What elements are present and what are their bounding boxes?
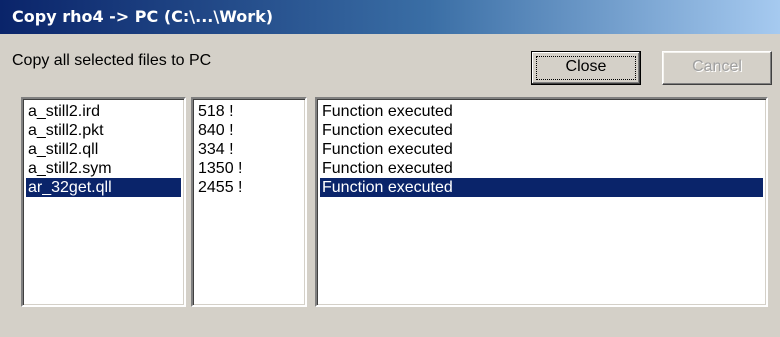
status-item[interactable]: Function executed [320,121,763,140]
status-item[interactable]: Function executed [320,140,763,159]
copy-dialog-window: Copy rho4 -> PC (C:\...\Work) Copy all s… [0,0,780,337]
file-name-item[interactable]: a_still2.sym [26,159,181,178]
cancel-button: Cancel [662,51,772,85]
status-list-items: Function executed Function executed Functi… [320,102,763,197]
file-name-list-items: a_still2.ird a_still2.pkt a_still2.qll a_st… [26,102,181,197]
file-name-item[interactable]: a_still2.ird [26,102,181,121]
status-item[interactable]: Function executed [320,178,763,197]
file-name-item[interactable]: ar_32get.qll [26,178,181,197]
file-size-list-items: 518 ! 840 ! 334 ! 1350 ! 2455 ! [196,102,302,197]
close-button-label: Close [565,58,607,75]
file-size-item[interactable]: 2455 ! [196,178,302,197]
status-list[interactable]: Function executed Function executed Functi… [315,97,768,307]
file-name-item[interactable]: a_still2.pkt [26,121,181,140]
status-item[interactable]: Function executed [320,159,763,178]
file-size-item[interactable]: 1350 ! [196,159,302,178]
dialog-caption: Copy all selected files to PC [12,52,212,69]
file-size-item[interactable]: 840 ! [196,121,302,140]
file-name-list[interactable]: a_still2.ird a_still2.pkt a_still2.qll a_st… [21,97,186,307]
file-size-item[interactable]: 334 ! [196,140,302,159]
title-bar[interactable]: Copy rho4 -> PC (C:\...\Work) [0,0,780,34]
file-size-item[interactable]: 518 ! [196,102,302,121]
status-item[interactable]: Function executed [320,102,763,121]
close-button[interactable]: Close [531,51,641,85]
window-title: Copy rho4 -> PC (C:\...\Work) [12,7,274,26]
file-size-list[interactable]: 518 ! 840 ! 334 ! 1350 ! 2455 ! [191,97,307,307]
cancel-button-label: Cancel [692,58,742,75]
file-name-item[interactable]: a_still2.qll [26,140,181,159]
